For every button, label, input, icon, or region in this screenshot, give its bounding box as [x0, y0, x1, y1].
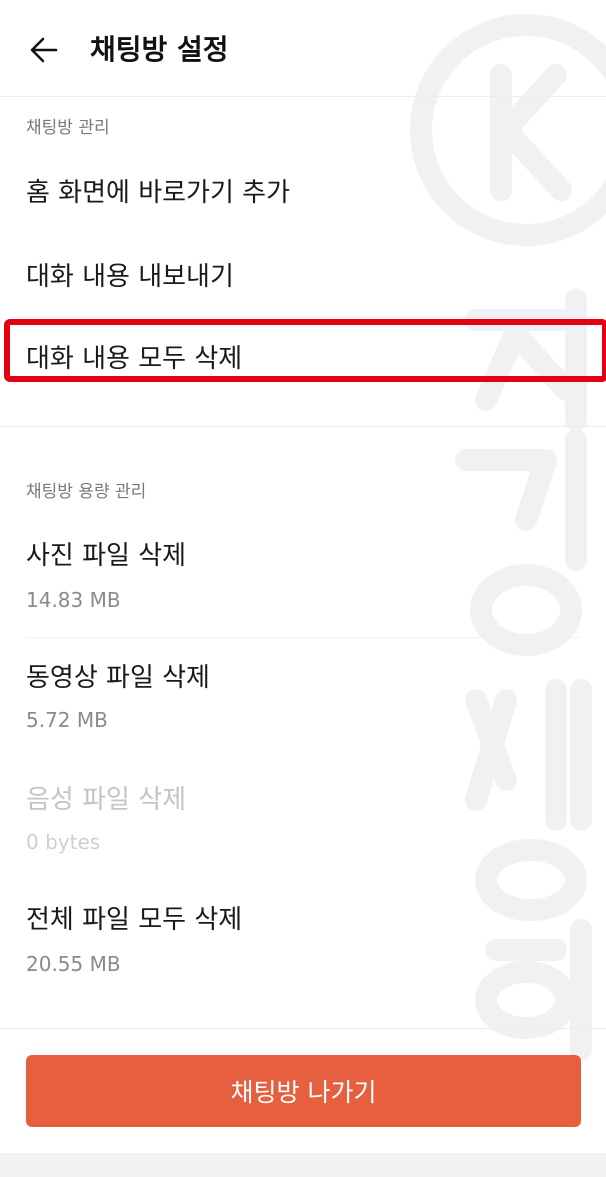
menu-item-label: 대화 내용 내보내기 — [26, 262, 234, 292]
delete-voice-item: 음성 파일 삭제 0 bytes — [0, 764, 606, 878]
add-home-shortcut-item[interactable]: 홈 화면에 바로가기 추가 — [0, 156, 606, 232]
file-size-text: 0 bytes — [26, 830, 101, 854]
file-size-text: 20.55 MB — [26, 952, 121, 976]
menu-item-label: 전체 파일 모두 삭제 — [26, 905, 243, 935]
delete-all-chat-item[interactable]: 대화 내용 모두 삭제 — [0, 322, 606, 396]
page-title: 채팅방 설정 — [90, 33, 229, 66]
menu-item-label: 사진 파일 삭제 — [26, 541, 187, 571]
top-app-bar: 채팅방 설정 — [0, 0, 606, 97]
section-divider — [0, 426, 606, 427]
leave-chatroom-button[interactable]: 채팅방 나가기 — [26, 1055, 581, 1127]
menu-item-label: 대화 내용 모두 삭제 — [26, 344, 243, 374]
delete-all-files-item[interactable]: 전체 파일 모두 삭제 20.55 MB — [0, 886, 606, 1000]
export-chat-item[interactable]: 대화 내용 내보내기 — [0, 238, 606, 314]
menu-item-label: 홈 화면에 바로가기 추가 — [26, 178, 290, 208]
section-label-management: 채팅방 관리 — [26, 118, 110, 138]
delete-videos-item[interactable]: 동영상 파일 삭제 5.72 MB — [0, 642, 606, 756]
section-divider — [0, 1028, 606, 1029]
back-button[interactable] — [20, 28, 68, 76]
delete-photos-item[interactable]: 사진 파일 삭제 14.83 MB — [0, 522, 606, 636]
arrow-left-icon — [29, 35, 59, 69]
menu-item-label: 동영상 파일 삭제 — [26, 663, 210, 693]
section-label-storage: 채팅방 용량 관리 — [26, 482, 147, 502]
menu-item-label: 음성 파일 삭제 — [26, 785, 187, 815]
bottom-bar — [0, 1153, 606, 1177]
file-size-text: 5.72 MB — [26, 708, 108, 732]
item-divider — [26, 637, 580, 638]
file-size-text: 14.83 MB — [26, 588, 121, 612]
